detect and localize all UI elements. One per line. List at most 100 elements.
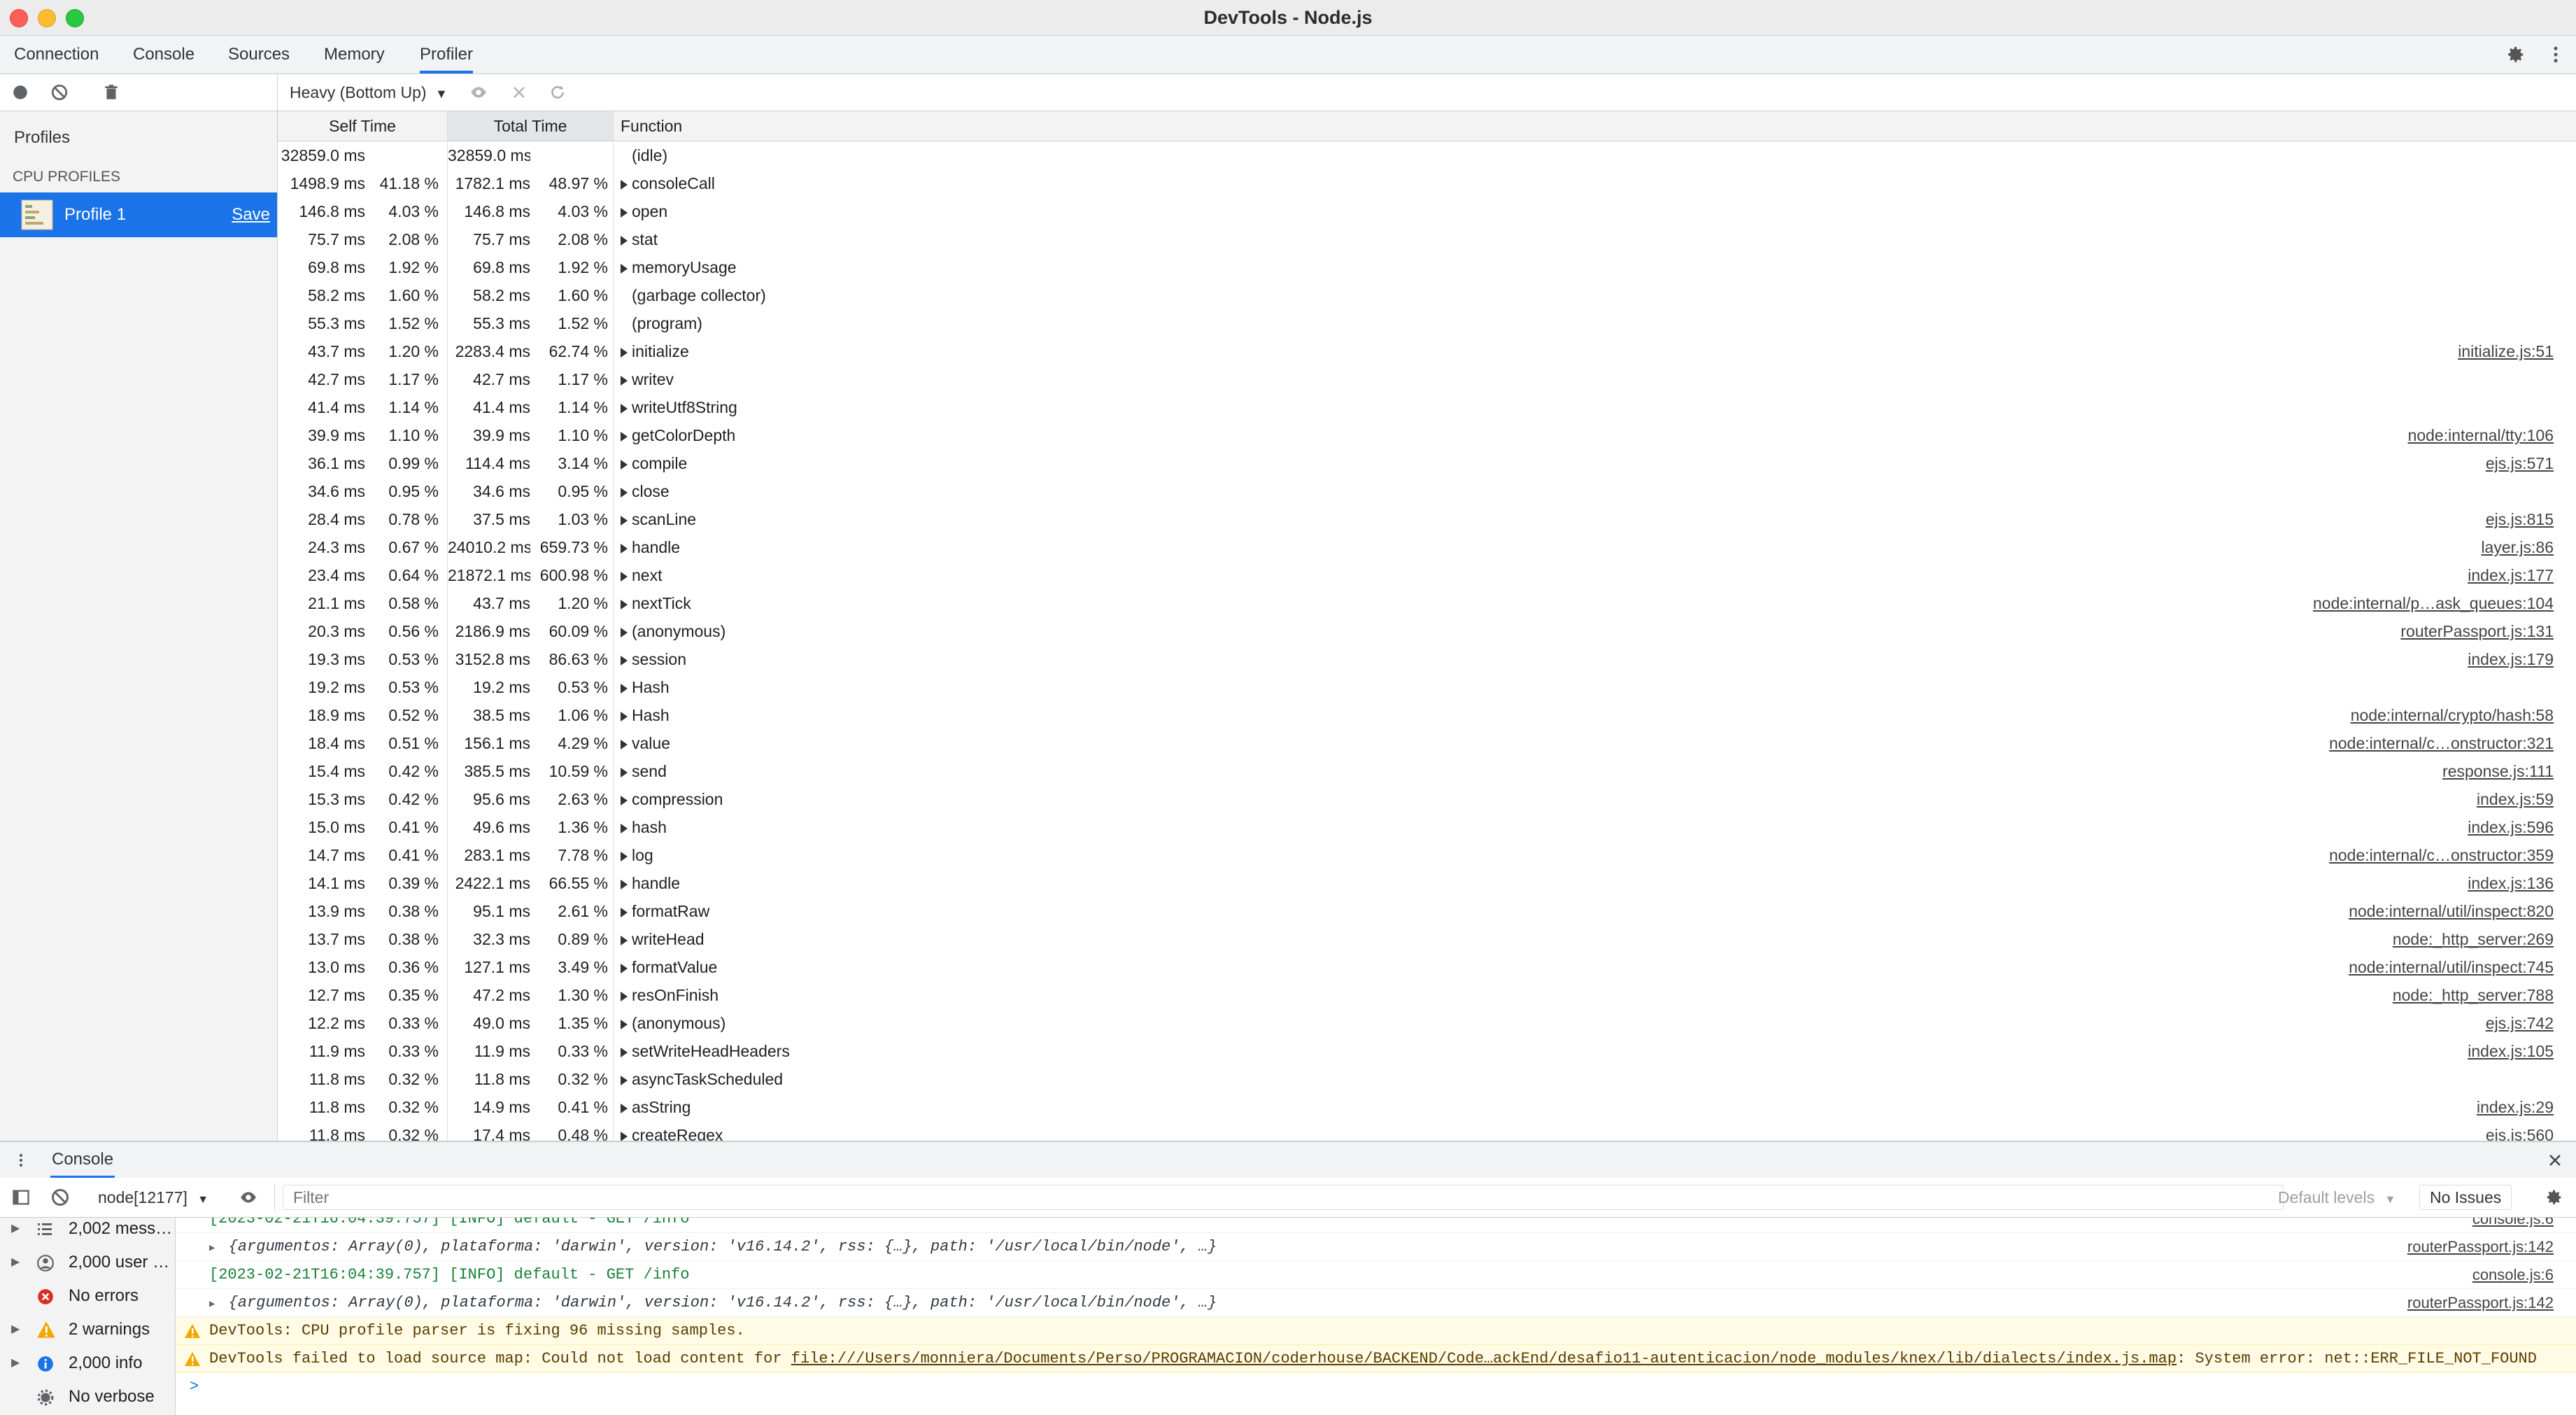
console-message[interactable]: [2023-02-21T16:04:39.757] [INFO] default…	[176, 1218, 2576, 1233]
source-link[interactable]: index.js:136	[1924, 869, 2554, 897]
expand-triangle-icon[interactable]	[621, 1103, 628, 1113]
source-link[interactable]: node:internal/crypto/hash:58	[1924, 701, 2554, 729]
table-row[interactable]: 13.7 ms 0.38 % 32.3 ms 0.89 % writeHead node:…	[278, 925, 2576, 953]
console-warning[interactable]: DevTools: CPU profile parser is fixing 9…	[176, 1317, 2576, 1345]
tab-console[interactable]: Console	[133, 36, 194, 73]
expand-triangle-icon[interactable]	[621, 683, 628, 694]
source-link[interactable]: node:_http_server:269	[1924, 925, 2554, 953]
source-link[interactable]	[1924, 309, 2554, 337]
source-link[interactable]: console.js:6	[2472, 1261, 2554, 1288]
expand-triangle-icon[interactable]	[621, 935, 628, 945]
source-link[interactable]: routerPassport.js:142	[2407, 1233, 2554, 1260]
expand-triangle-icon[interactable]	[621, 851, 628, 861]
expand-triangle-icon[interactable]	[621, 627, 628, 638]
table-row[interactable]: 75.7 ms 2.08 % 75.7 ms 2.08 % stat	[278, 225, 2576, 253]
table-row[interactable]: 42.7 ms 1.17 % 42.7 ms 1.17 % writev	[278, 365, 2576, 393]
source-link[interactable]	[1924, 1065, 2554, 1093]
gear-icon[interactable]	[2505, 44, 2526, 65]
table-row[interactable]: 69.8 ms 1.92 % 69.8 ms 1.92 % memoryUsage	[278, 253, 2576, 281]
profile-item[interactable]: Profile 1 Save	[0, 192, 277, 237]
clear-icon[interactable]	[50, 83, 69, 101]
expand-triangle-icon[interactable]	[621, 599, 628, 610]
tab-connection[interactable]: Connection	[14, 36, 99, 73]
source-link[interactable]: ejs.js:571	[1924, 449, 2554, 477]
sidebar-item-warnings[interactable]: ▶ 2 warnings	[0, 1313, 175, 1346]
expand-arrow-icon[interactable]: ▶	[209, 1299, 215, 1310]
expand-triangle-icon[interactable]	[621, 739, 628, 749]
expand-triangle-icon[interactable]	[621, 571, 628, 582]
tab-sources[interactable]: Sources	[228, 36, 290, 73]
table-row[interactable]: 32859.0 ms 32859.0 ms (idle)	[278, 141, 2576, 169]
table-row[interactable]: 15.4 ms 0.42 % 385.5 ms 10.59 % send response…	[278, 757, 2576, 785]
expand-triangle-icon[interactable]	[621, 1047, 628, 1057]
trash-icon[interactable]	[102, 83, 120, 101]
table-row[interactable]: 146.8 ms 4.03 % 146.8 ms 4.03 % open	[278, 197, 2576, 225]
table-row[interactable]: 18.4 ms 0.51 % 156.1 ms 4.29 % value node:int…	[278, 729, 2576, 757]
drawer-tab-console[interactable]: Console	[50, 1142, 115, 1178]
close-icon[interactable]	[511, 84, 528, 101]
context-select[interactable]: node[12177] ▼	[98, 1178, 208, 1217]
table-row[interactable]: 11.8 ms 0.32 % 17.4 ms 0.48 % createRegex ejs…	[278, 1121, 2576, 1141]
source-link[interactable]: ejs.js:815	[1924, 505, 2554, 533]
close-icon[interactable]	[2547, 1152, 2563, 1169]
expand-triangle-icon[interactable]	[621, 235, 628, 246]
column-function[interactable]: Function	[614, 111, 2576, 141]
sidebar-item-user-messages[interactable]: ▶ 2,000 user …	[0, 1246, 175, 1279]
table-row[interactable]: 11.9 ms 0.33 % 11.9 ms 0.33 % setWriteHeadHe…	[278, 1037, 2576, 1065]
expand-triangle-icon[interactable]	[621, 459, 628, 470]
table-row[interactable]: 23.4 ms 0.64 % 21872.1 ms 600.98 % next index…	[278, 561, 2576, 589]
source-link[interactable]	[1924, 477, 2554, 505]
kebab-icon[interactable]	[2545, 44, 2566, 65]
source-link[interactable]	[1924, 365, 2554, 393]
source-link[interactable]: console.js:6	[2472, 1218, 2554, 1232]
table-row[interactable]: 43.7 ms 1.20 % 2283.4 ms 62.74 % initialize i…	[278, 337, 2576, 365]
source-link[interactable]: node:internal/c…onstructor:359	[1924, 841, 2554, 869]
filter-input[interactable]	[283, 1185, 2284, 1210]
table-row[interactable]: 13.9 ms 0.38 % 95.1 ms 2.61 % formatRaw node:…	[278, 897, 2576, 925]
clear-icon[interactable]	[50, 1188, 70, 1207]
source-link[interactable]: initialize.js:51	[1924, 337, 2554, 365]
expand-triangle-icon[interactable]	[621, 515, 628, 526]
record-icon[interactable]	[11, 83, 29, 101]
table-row[interactable]: 39.9 ms 1.10 % 39.9 ms 1.10 % getColorDepth n…	[278, 421, 2576, 449]
expand-arrow-icon[interactable]: ▶	[209, 1243, 215, 1254]
table-row[interactable]: 19.3 ms 0.53 % 3152.8 ms 86.63 % session inde…	[278, 645, 2576, 673]
table-row[interactable]: 14.1 ms 0.39 % 2422.1 ms 66.55 % handle index…	[278, 869, 2576, 897]
source-link[interactable]: node:internal/tty:106	[1924, 421, 2554, 449]
table-row[interactable]: 18.9 ms 0.52 % 38.5 ms 1.06 % Hash node:inter…	[278, 701, 2576, 729]
kebab-icon[interactable]	[13, 1150, 29, 1170]
expand-triangle-icon[interactable]	[621, 375, 628, 386]
expand-triangle-icon[interactable]	[621, 1075, 628, 1085]
source-link[interactable]: index.js:29	[1924, 1093, 2554, 1121]
console-message[interactable]: [2023-02-21T16:04:39.757] [INFO] default…	[176, 1261, 2576, 1289]
table-row[interactable]: 13.0 ms 0.36 % 127.1 ms 3.49 % formatValue no…	[278, 953, 2576, 981]
tab-memory[interactable]: Memory	[324, 36, 385, 73]
table-row[interactable]: 21.1 ms 0.58 % 43.7 ms 1.20 % nextTick node:i…	[278, 589, 2576, 617]
table-row[interactable]: 36.1 ms 0.99 % 114.4 ms 3.14 % compile ejs.js…	[278, 449, 2576, 477]
expand-triangle-icon[interactable]	[621, 403, 628, 414]
source-link[interactable]	[1924, 281, 2554, 309]
source-link[interactable]: response.js:111	[1924, 757, 2554, 785]
source-link[interactable]	[1924, 673, 2554, 701]
source-link[interactable]: node:internal/util/inspect:820	[1924, 897, 2554, 925]
table-row[interactable]: 20.3 ms 0.56 % 2186.9 ms 60.09 % (anonymous)…	[278, 617, 2576, 645]
tab-profiler[interactable]: Profiler	[420, 36, 474, 73]
expand-triangle-icon[interactable]	[621, 711, 628, 721]
table-row[interactable]: 55.3 ms 1.52 % 55.3 ms 1.52 % (program)	[278, 309, 2576, 337]
source-link[interactable]	[1924, 253, 2554, 281]
source-link[interactable]: layer.js:86	[1924, 533, 2554, 561]
source-link[interactable]: routerPassport.js:142	[2407, 1289, 2554, 1316]
source-link[interactable]: ejs.js:742	[1924, 1009, 2554, 1037]
table-row[interactable]: 34.6 ms 0.95 % 34.6 ms 0.95 % close	[278, 477, 2576, 505]
expand-triangle-icon[interactable]	[621, 963, 628, 973]
column-total-time[interactable]: Total Time	[448, 111, 614, 141]
gear-icon[interactable]	[2544, 1188, 2563, 1207]
table-row[interactable]: 12.2 ms 0.33 % 49.0 ms 1.35 % (anonymous) ejs…	[278, 1009, 2576, 1037]
table-row[interactable]: 15.0 ms 0.41 % 49.6 ms 1.36 % hash index.js:5…	[278, 813, 2576, 841]
column-self-time[interactable]: Self Time	[278, 111, 448, 141]
expand-triangle-icon[interactable]	[621, 879, 628, 889]
save-link[interactable]: Save	[232, 192, 270, 237]
eye-icon[interactable]	[469, 83, 488, 101]
sidebar-item-verbose[interactable]: No verbose	[0, 1380, 175, 1414]
eye-icon[interactable]	[238, 1188, 259, 1206]
